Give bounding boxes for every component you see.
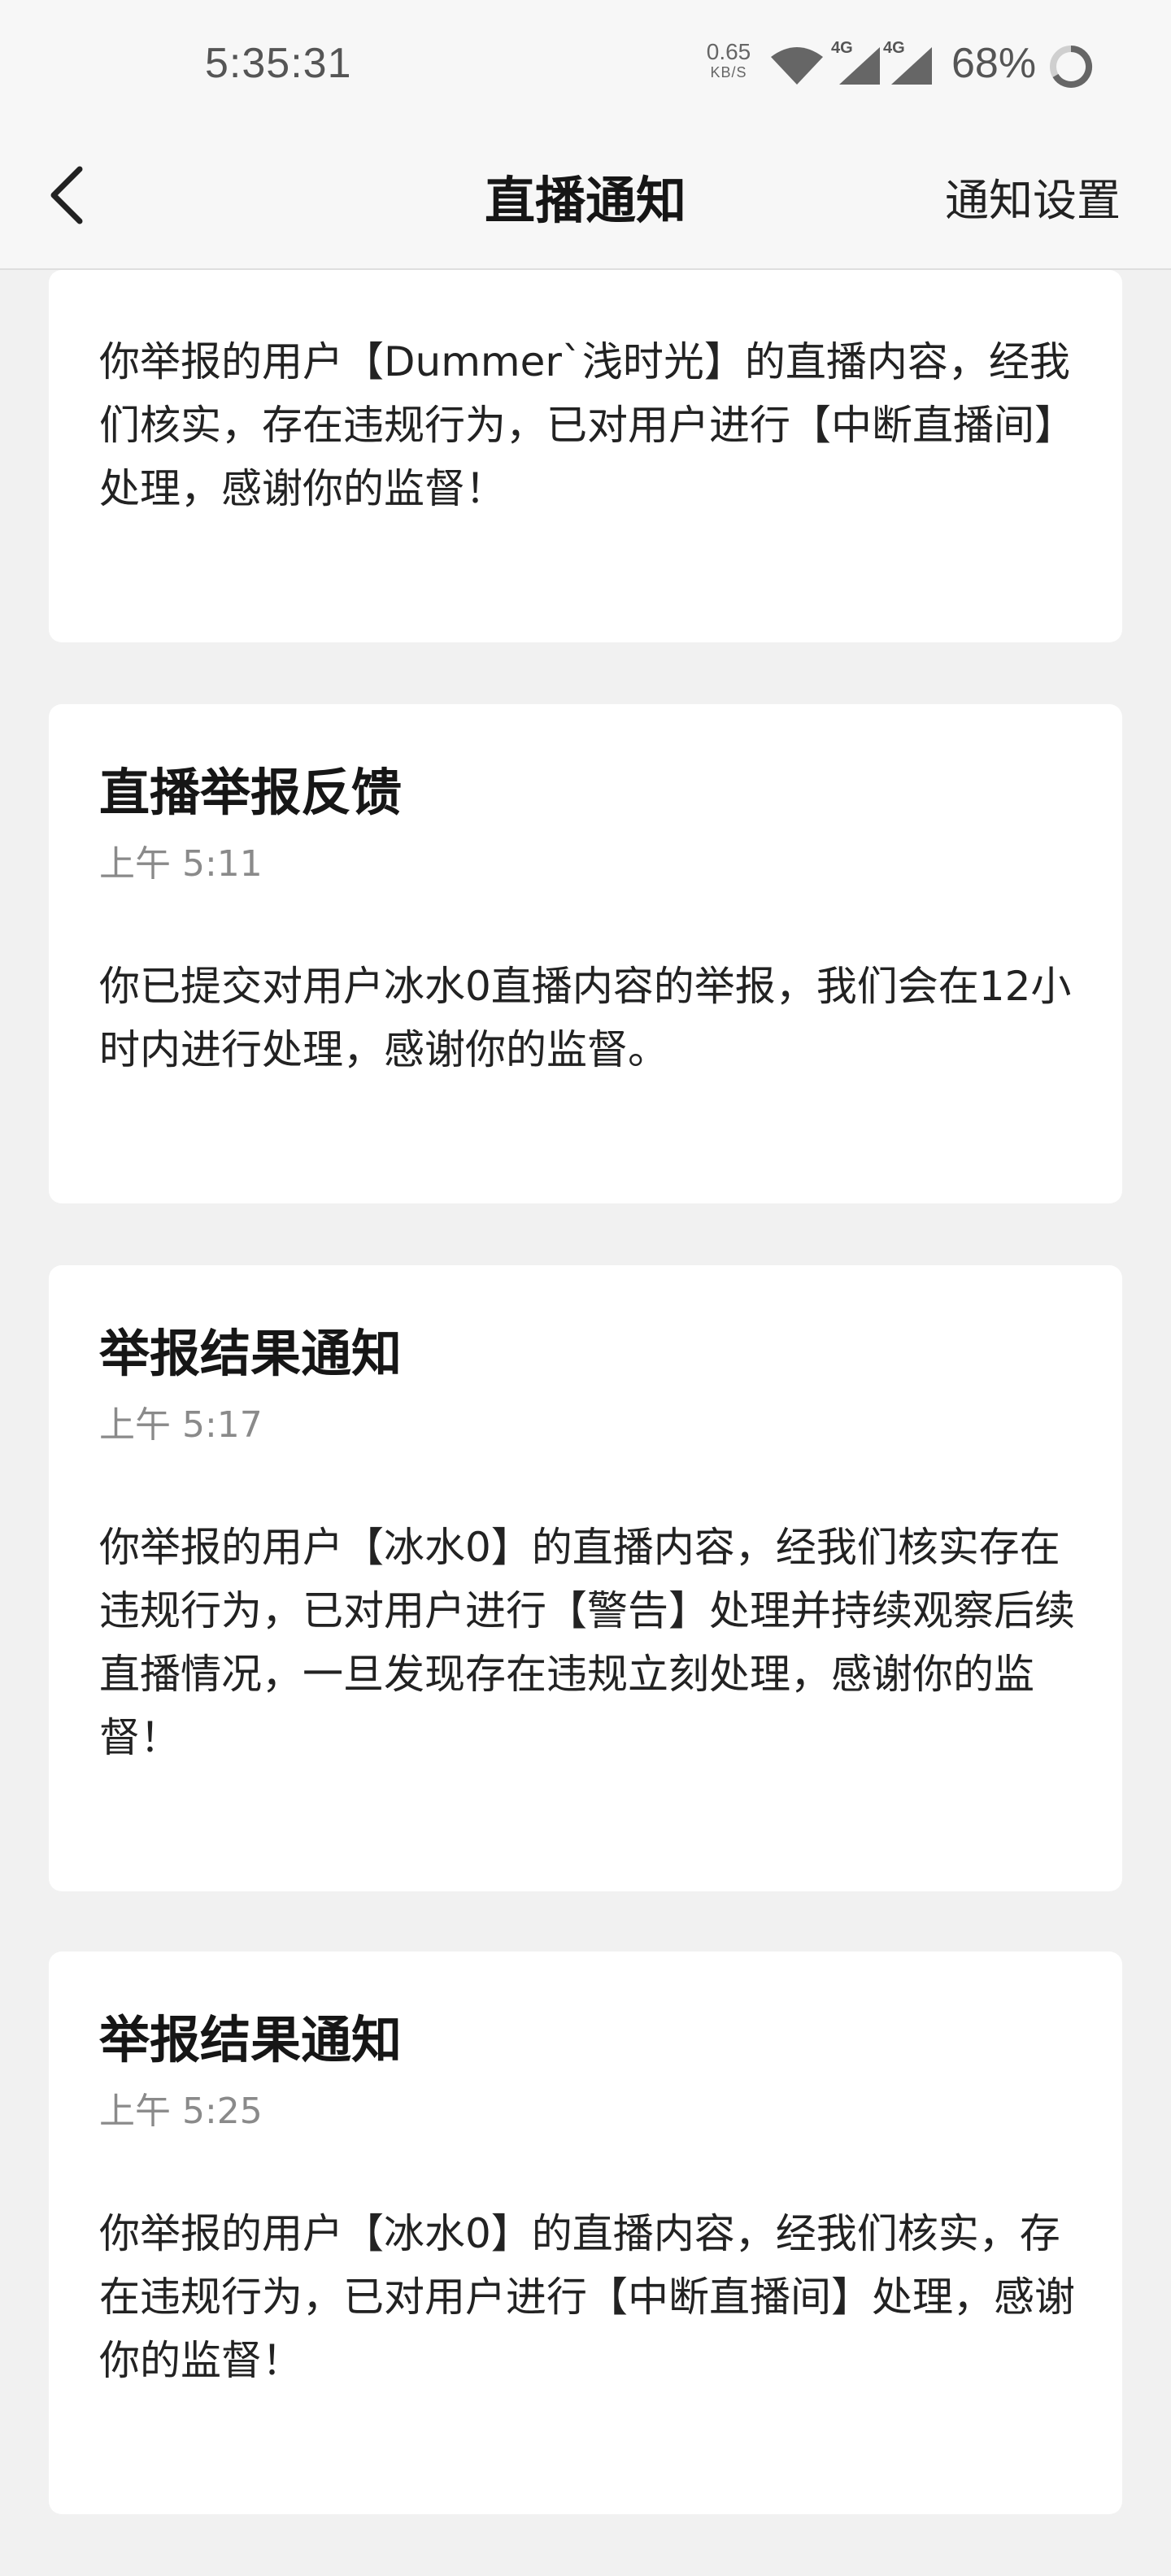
notification-time: 上午 5:25 [99,2091,263,2132]
notification-body: 你举报的用户【Dummer`浅时光】的直播内容，经我们核实，存在违规行为，已对用… [99,338,1075,512]
signal-strength-icon: 4G [831,39,882,86]
signal-type-label-2: 4G [883,39,905,57]
notification-body: 你举报的用户【冰水0】的直播内容，经我们核实存在违规行为，已对用户进行【警告】处… [99,1524,1075,1761]
network-speed-unit: KB/S [710,64,747,80]
wifi-icon [771,47,823,85]
notification-time: 上午 5:17 [99,1404,263,1446]
notification-body: 你已提交对用户冰水0直播内容的举报，我们会在12小时内进行处理，感谢你的监督。 [99,963,1072,1073]
notification-card[interactable]: 举报结果通知 上午 5:17 你举报的用户【冰水0】的直播内容，经我们核实存在违… [49,1265,1122,1891]
battery-icon [1050,45,1093,88]
status-bar: 5:35:31 0.65 KB/S 4G 4G 68% [0,0,1171,130]
notification-body: 你举报的用户【冰水0】的直播内容，经我们核实，存在违规行为，已对用户进行【中断直… [99,2210,1075,2384]
back-arrow-icon[interactable] [44,163,93,228]
notification-title: 举报结果通知 [99,1324,403,1383]
notification-title: 举报结果通知 [99,2010,403,2069]
navigation-bar: 直播通知 通知设置 [0,130,1171,270]
network-speed-value: 0.65 [706,39,751,64]
notification-title: 直播举报反馈 [99,763,403,822]
status-time: 5:35:31 [205,40,352,87]
battery-percentage: 68% [951,40,1037,87]
signal-type-label: 4G [831,39,853,57]
signal-strength-icon-2: 4G [883,39,934,86]
notification-settings-button[interactable]: 通知设置 [945,164,1121,228]
notification-time: 上午 5:11 [99,843,263,885]
notification-card[interactable]: 你举报的用户【Dummer`浅时光】的直播内容，经我们核实，存在违规行为，已对用… [49,270,1122,642]
network-speed: 0.65 KB/S [696,41,761,80]
notification-card[interactable]: 直播举报反馈 上午 5:11 你已提交对用户冰水0直播内容的举报，我们会在12小… [49,704,1122,1203]
notification-card[interactable]: 举报结果通知 上午 5:25 你举报的用户【冰水0】的直播内容，经我们核实，存在… [49,1952,1122,2514]
